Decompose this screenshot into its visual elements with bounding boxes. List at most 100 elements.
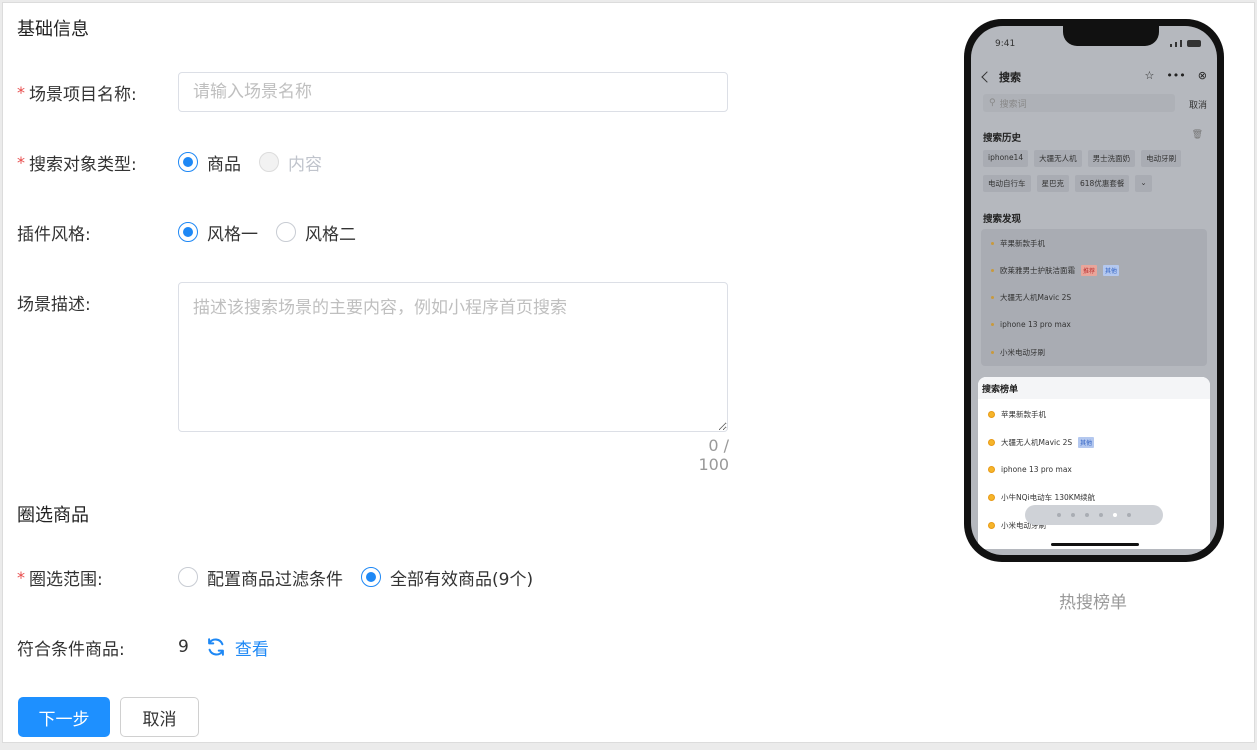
view-goods-link[interactable]: 查看	[235, 635, 269, 660]
signal-icon	[1180, 40, 1182, 47]
radio-scope-filter[interactable]: 配置商品过滤条件	[178, 565, 343, 590]
scope-label: * 圈选范围:	[17, 565, 178, 590]
form-page: 基础信息 *场景项目名称: *搜索对象类型: 商品 内容 插件风格: 风格一 风…	[2, 2, 1255, 743]
signal-icon	[1175, 42, 1177, 47]
history-tags-row1: iphone14 大疆无人机 男士洗面奶 电动牙刷	[983, 150, 1207, 167]
history-tag: iphone14	[983, 150, 1029, 167]
ranking-item: 苹果新款手机	[988, 409, 1046, 420]
fire-icon	[988, 466, 995, 473]
ranking-item: 小牛NQi电动车 130KM续航	[988, 492, 1095, 503]
history-tag: 大疆无人机	[1034, 150, 1082, 167]
radio-search-type-content[interactable]: 内容	[259, 150, 322, 175]
more-icon: •••	[1166, 69, 1186, 82]
pager-dot[interactable]	[1099, 513, 1103, 517]
radio-style-two[interactable]: 风格二	[276, 220, 356, 245]
section-title-select-goods: 圈选商品	[17, 505, 89, 526]
discover-item: iphone 13 pro max	[991, 320, 1071, 329]
back-icon	[981, 71, 993, 83]
radio-dot	[178, 567, 198, 587]
radio-search-type-goods[interactable]: 商品	[178, 150, 241, 175]
discover-item: 欧莱雅男士护肤洁面霜 推荐 其他	[991, 265, 1120, 276]
bullet-icon	[991, 351, 994, 354]
pager-dot[interactable]	[1085, 513, 1089, 517]
status-icons	[1170, 40, 1201, 47]
radio-dot	[276, 222, 296, 242]
search-icon: ⚲	[989, 98, 996, 108]
phone-search-placeholder: 搜索词	[999, 99, 1027, 110]
scope-label-text: 圈选范围:	[29, 569, 103, 590]
ranking-item-text: 大疆无人机Mavic 2S	[1001, 438, 1073, 447]
radio-dot	[259, 152, 279, 172]
fire-icon	[988, 494, 995, 501]
radio-label: 配置商品过滤条件	[207, 569, 343, 590]
preview-caption: 热搜榜单	[1059, 593, 1127, 613]
row-plugin-style: 插件风格: 风格一 风格二	[17, 212, 356, 252]
history-tag: 618优惠套餐	[1075, 175, 1130, 192]
discover-title: 搜索发现	[983, 214, 1022, 225]
matched-count: 9	[178, 637, 189, 657]
history-title: 搜索历史	[983, 133, 1022, 144]
scene-name-input[interactable]	[178, 72, 728, 112]
pager-dot[interactable]	[1057, 513, 1061, 517]
char-counter: 0 / 100	[698, 436, 729, 474]
chevron-down-icon: ⌄	[1135, 175, 1152, 192]
phone-search-box: ⚲ 搜索词	[983, 94, 1175, 112]
pager-dot[interactable]	[1071, 513, 1075, 517]
ranking-title: 搜索榜单	[978, 377, 1210, 399]
radio-scope-all[interactable]: 全部有效商品(9个)	[361, 565, 533, 590]
discover-item-text: 苹果新款手机	[1000, 239, 1045, 248]
signal-icon	[1170, 44, 1172, 47]
row-scene-desc: 场景描述:	[17, 282, 178, 322]
search-type-radio-group: 商品 内容	[178, 150, 322, 175]
fire-icon	[988, 522, 995, 529]
battery-icon	[1187, 40, 1201, 47]
radio-label: 风格一	[207, 224, 258, 245]
next-step-button[interactable]: 下一步	[18, 697, 110, 737]
discover-list: 苹果新款手机 欧莱雅男士护肤洁面霜 推荐 其他 大疆无人机Mavic 2S ipho…	[981, 229, 1207, 366]
history-tag: 电动自行车	[983, 175, 1031, 192]
radio-style-one[interactable]: 风格一	[178, 220, 258, 245]
refresh-icon[interactable]	[205, 636, 227, 658]
home-indicator	[1051, 543, 1139, 546]
pager-dot[interactable]	[1113, 513, 1117, 517]
discover-item-text: 大疆无人机Mavic 2S	[1000, 293, 1072, 302]
ranking-item-text: iphone 13 pro max	[1001, 465, 1072, 474]
radio-dot	[178, 152, 198, 172]
row-search-type: * 搜索对象类型: 商品 内容	[17, 142, 322, 182]
close-circle-icon: ⊗	[1197, 69, 1207, 82]
scene-desc-textarea[interactable]	[178, 282, 728, 432]
star-icon: ☆	[1144, 69, 1155, 82]
scope-radio-group: 配置商品过滤条件 全部有效商品(9个)	[178, 565, 533, 590]
required-mark: *	[17, 567, 25, 587]
required-mark: *	[17, 82, 25, 102]
history-tag: 电动牙刷	[1141, 150, 1182, 167]
nav-icons: ☆ ••• ⊗	[1144, 69, 1207, 82]
matched-label: 符合条件商品:	[17, 639, 125, 660]
row-scope: * 圈选范围: 配置商品过滤条件 全部有效商品(9个)	[17, 557, 533, 597]
carousel-pager[interactable]	[1025, 505, 1163, 525]
row-matched: 符合条件商品: 9 查看	[17, 627, 269, 667]
ranking-item: 大疆无人机Mavic 2S 其他	[988, 437, 1095, 448]
plugin-style-label: 插件风格:	[17, 224, 91, 245]
discover-item: 苹果新款手机	[991, 238, 1045, 249]
scene-desc-label: 场景描述:	[17, 294, 91, 315]
phone-cancel: 取消	[1188, 101, 1207, 111]
radio-label: 商品	[207, 154, 241, 175]
badge: 推荐	[1081, 265, 1098, 276]
radio-label: 全部有效商品(9个)	[390, 569, 534, 590]
phone-screen: 9:41 搜索 ☆ ••• ⊗ ⚲ 搜索词 取消 搜索历史 🗑 iphone14…	[971, 26, 1217, 555]
bullet-icon	[991, 242, 994, 245]
phone-nav-title: 搜索	[999, 71, 1021, 84]
pager-dot[interactable]	[1127, 513, 1131, 517]
cancel-button[interactable]: 取消	[120, 697, 199, 737]
search-type-label: * 搜索对象类型:	[17, 150, 178, 175]
phone-nav: 搜索 ☆ ••• ⊗	[971, 66, 1217, 88]
radio-dot	[361, 567, 381, 587]
bullet-icon	[991, 269, 994, 272]
search-type-label-text: 搜索对象类型:	[29, 154, 137, 175]
status-time: 9:41	[995, 39, 1016, 49]
discover-item: 大疆无人机Mavic 2S	[991, 292, 1071, 303]
radio-label: 风格二	[305, 224, 356, 245]
plugin-style-radio-group: 风格一 风格二	[178, 220, 356, 245]
ranking-item-text: 苹果新款手机	[1001, 410, 1046, 419]
